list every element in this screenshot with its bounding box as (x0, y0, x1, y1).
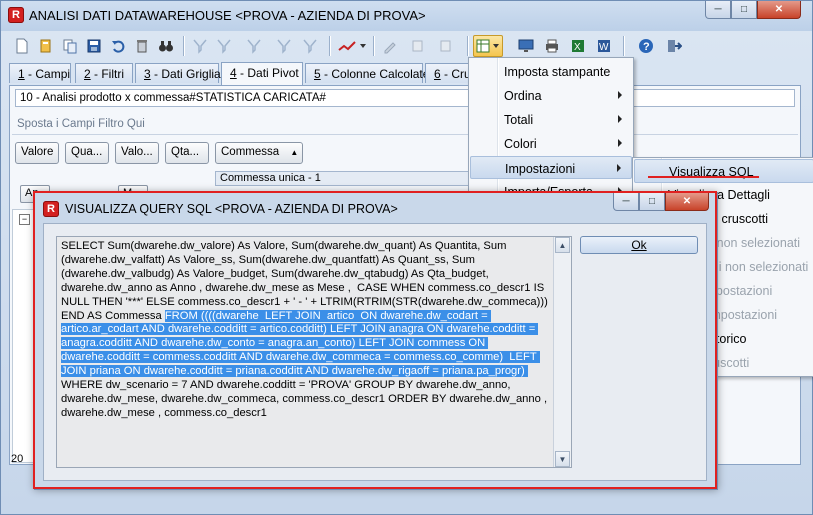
submenu-arrow-icon (617, 164, 621, 172)
menu-item-colori[interactable]: Colori (470, 132, 632, 155)
analysis-name-field[interactable]: 10 - Analisi prodotto x commessa#STATIST… (15, 89, 795, 107)
filter-drop-hint: Sposta i Campi Filtro Qui (17, 118, 145, 130)
dialog-body: SELECT Sum(dwarehe.dw_valore) As Valore,… (43, 223, 707, 481)
toolbar: X W ? (7, 32, 807, 60)
svg-text:X: X (574, 42, 581, 53)
edit-icon[interactable] (379, 35, 401, 57)
tab-filtri[interactable]: 2 - Filtri (75, 63, 133, 83)
data-field-quantita[interactable]: Qua... (65, 142, 109, 164)
submenu-arrow-icon (618, 139, 622, 147)
pivot-settings-icon[interactable] (473, 35, 503, 57)
close-icon[interactable]: ✕ (757, 1, 801, 19)
paste-icon[interactable] (435, 35, 457, 57)
exit-icon[interactable] (663, 35, 685, 57)
column-field-commessa[interactable]: Commessa ▲ (215, 142, 303, 164)
menu-item-ordina[interactable]: Ordina (470, 84, 632, 107)
submenu-arrow-icon (618, 91, 622, 99)
sort-asc-icon: ▲ (290, 148, 299, 157)
tab-dati-pivot[interactable]: 4 - Dati Pivot (221, 62, 303, 85)
undo-icon[interactable] (107, 35, 129, 57)
open-icon[interactable] (35, 35, 57, 57)
collapse-icon[interactable]: − (19, 214, 30, 225)
minimize-icon[interactable]: ─ (613, 193, 639, 211)
help-icon[interactable]: ? (635, 35, 657, 57)
sql-after-selection: WHERE dw_scenario = 7 AND dwarehe.coddit… (61, 379, 551, 419)
svg-text:W: W (599, 42, 609, 53)
chart-icon[interactable] (337, 35, 367, 57)
data-field-qta[interactable]: Qta... (165, 142, 209, 164)
tab-dati-griglia[interactable]: 3 - Dati Griglia (135, 63, 221, 83)
minimize-icon[interactable]: ─ (705, 1, 731, 19)
save-icon[interactable] (83, 35, 105, 57)
monitor-icon[interactable] (515, 35, 537, 57)
title-bar: R ANALISI DATI DATAWAREHOUSE <PROVA - AZ… (1, 1, 812, 31)
filter-clear-icon[interactable] (273, 35, 295, 57)
menu-item-imposta-stampante[interactable]: Imposta stampante (470, 60, 632, 83)
menu-item-impostazioni[interactable]: Impostazioni (470, 156, 632, 179)
new-icon[interactable] (11, 35, 33, 57)
sql-text-area[interactable]: SELECT Sum(dwarehe.dw_valore) As Valore,… (56, 236, 572, 468)
copy2-icon[interactable] (407, 35, 429, 57)
app-logo-icon: R (8, 7, 24, 23)
column-value-header: Commessa unica - 1 (215, 171, 470, 186)
tab-colonne-calcolate[interactable]: 5 - Colonne Calcolate (305, 63, 429, 83)
delete-icon[interactable] (131, 35, 153, 57)
window-title: ANALISI DATI DATAWAREHOUSE <PROVA - AZIE… (29, 8, 426, 23)
printer-icon[interactable] (541, 35, 563, 57)
filter-remove-icon[interactable] (243, 35, 265, 57)
app-logo-icon: R (43, 201, 59, 217)
excel-icon[interactable]: X (567, 35, 589, 57)
highlight-underline (648, 176, 759, 178)
svg-text:?: ? (643, 41, 650, 53)
maximize-icon[interactable]: □ (731, 1, 757, 19)
word-icon[interactable]: W (593, 35, 615, 57)
menu-item-totali[interactable]: Totali (470, 108, 632, 131)
scroll-down-icon[interactable]: ▼ (555, 451, 570, 467)
data-field-valore-ss[interactable]: Valo... (115, 142, 159, 164)
scroll-up-icon[interactable]: ▲ (555, 237, 570, 253)
sql-query-text[interactable]: SELECT Sum(dwarehe.dw_valore) As Valore,… (61, 240, 551, 421)
submenu-item-visualizza-sql[interactable]: Visualizza SQL (634, 159, 813, 183)
sql-dialog: R VISUALIZZA QUERY SQL <PROVA - AZIENDA … (34, 192, 718, 490)
row-year-label: 20 (11, 453, 24, 465)
submenu-arrow-icon (618, 115, 622, 123)
copy-icon[interactable] (59, 35, 81, 57)
settings-menu: Imposta stampante Ordina Totali Colori I… (468, 57, 634, 199)
binoculars-icon[interactable] (155, 35, 177, 57)
vertical-scrollbar[interactable]: ▲ ▼ (553, 237, 571, 467)
data-field-valore[interactable]: Valore (15, 142, 59, 164)
filter-extra-icon[interactable] (299, 35, 321, 57)
filter-add-icon[interactable] (213, 35, 235, 57)
maximize-icon[interactable]: □ (639, 193, 665, 211)
tab-campi[interactable]: 1 - Campi (9, 63, 71, 83)
filter-icon[interactable] (189, 35, 211, 57)
dialog-title: VISUALIZZA QUERY SQL <PROVA - AZIENDA DI… (65, 202, 398, 216)
ok-button[interactable]: Ok (580, 236, 698, 254)
dialog-window-controls: ─ □ ✕ (613, 193, 709, 213)
window-controls: ─ □ ✕ (705, 1, 801, 21)
close-icon[interactable]: ✕ (665, 193, 709, 211)
